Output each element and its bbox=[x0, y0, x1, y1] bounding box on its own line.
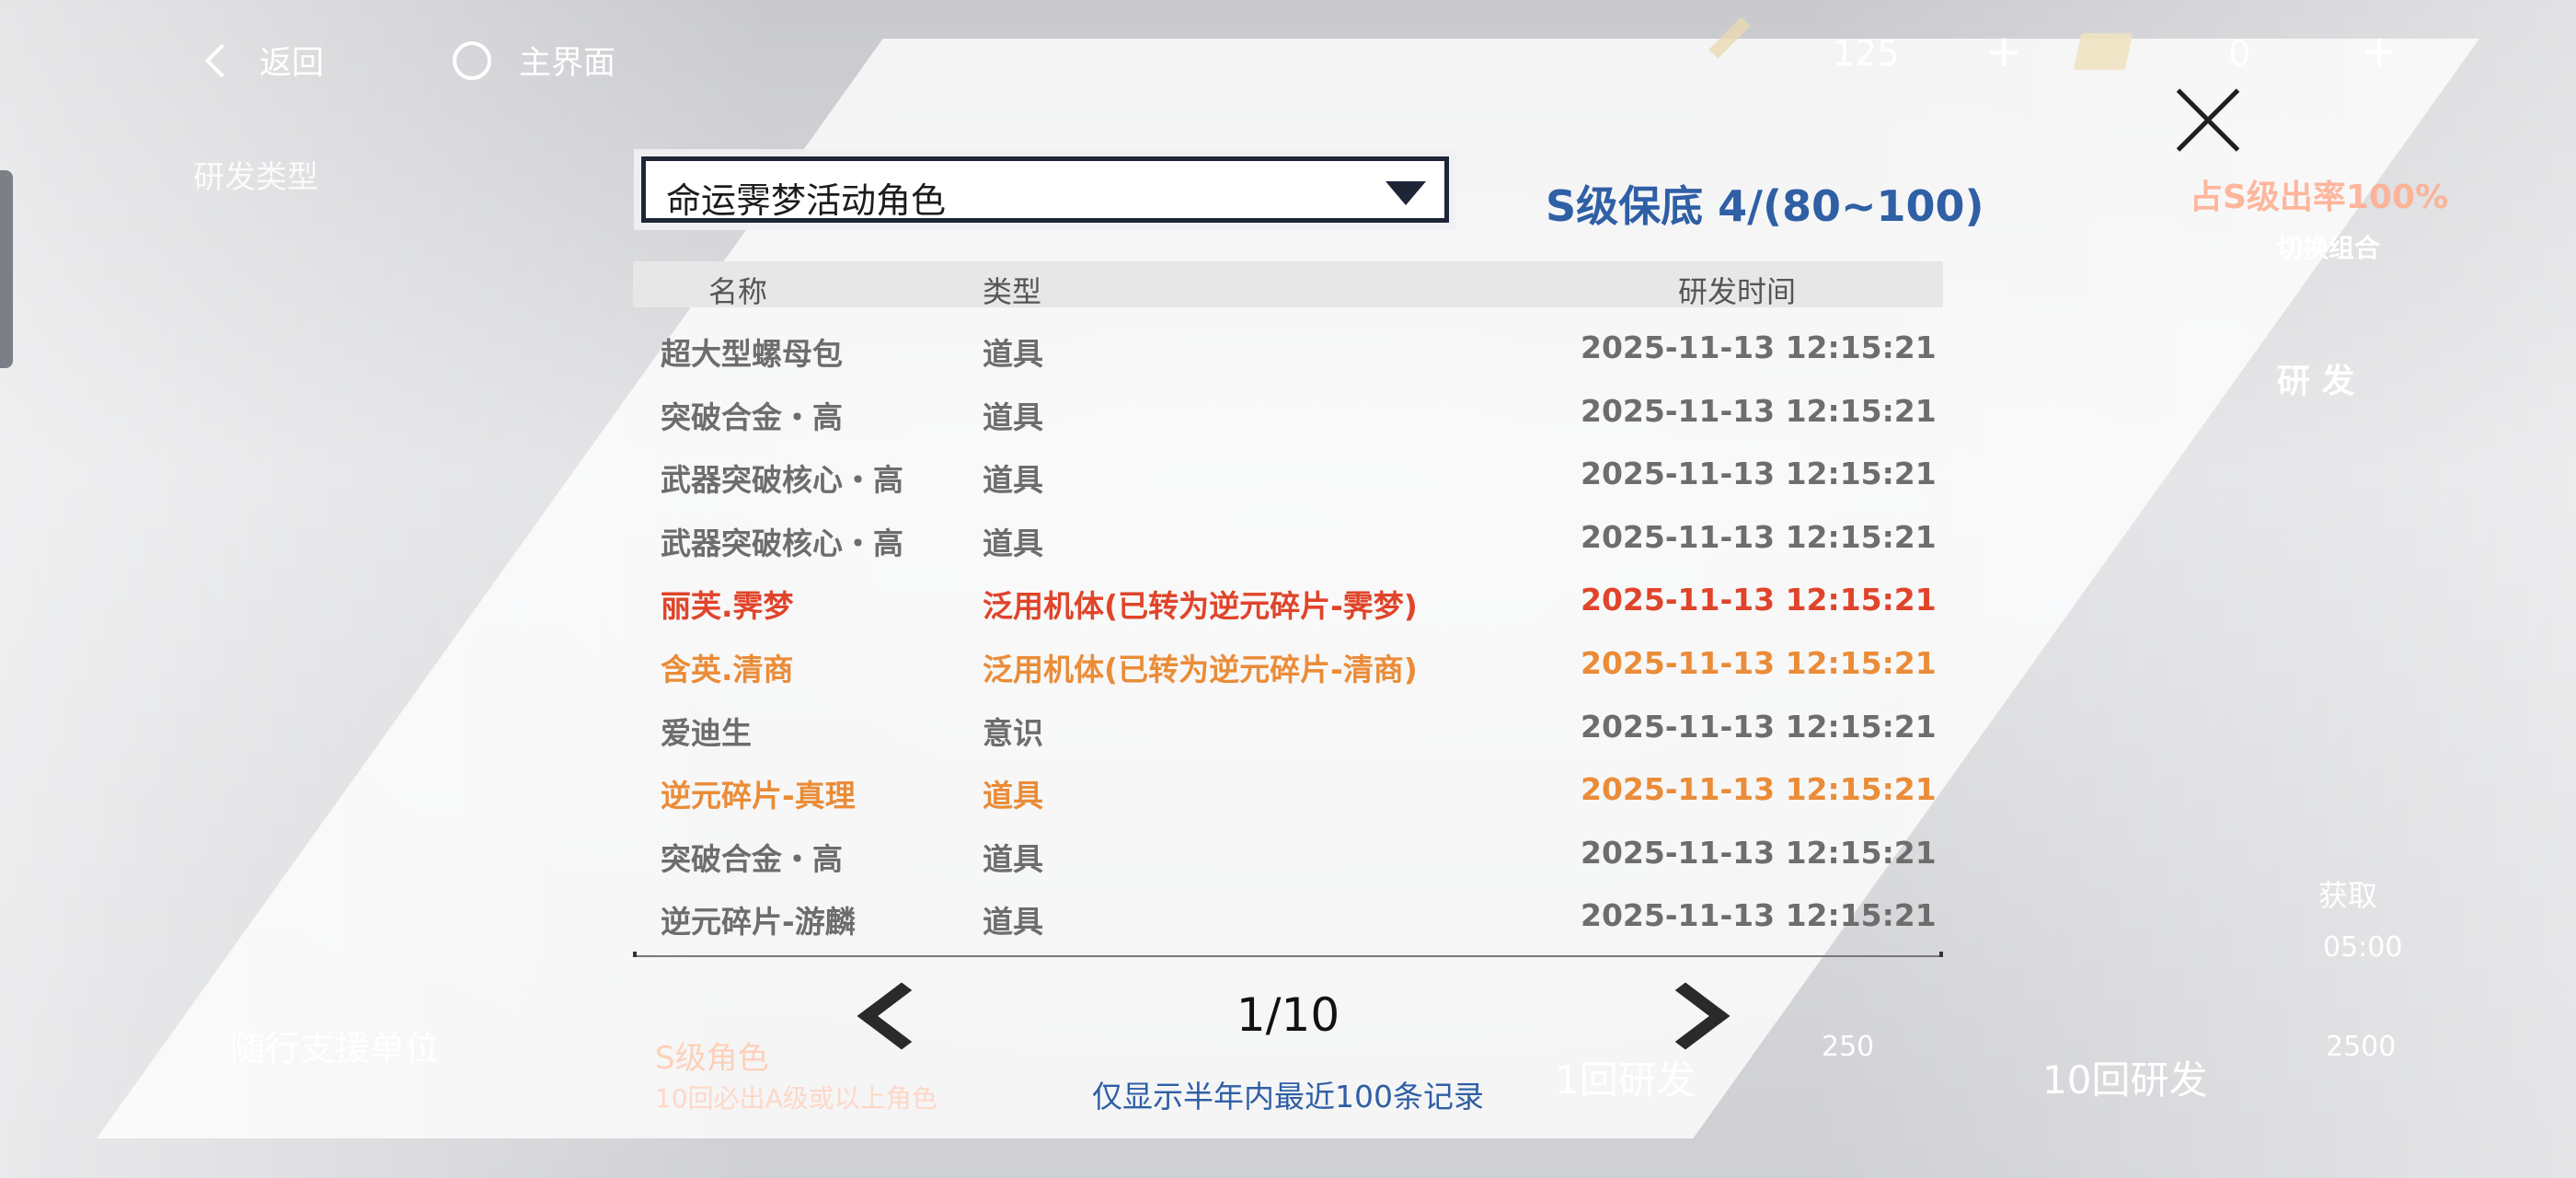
record-name: 丽芙.霁梦 bbox=[661, 588, 794, 625]
add-currency-2-button[interactable]: + bbox=[2361, 26, 2398, 77]
record-name: 突破合金・高 bbox=[661, 840, 843, 877]
table-row: 爱迪生 意识 2025-11-13 12:15:21 bbox=[633, 698, 1943, 760]
record-time: 2025-11-13 12:15:21 bbox=[1581, 771, 1937, 808]
currency-amount-2: 0 bbox=[2228, 33, 2251, 74]
record-type: 道具 bbox=[983, 778, 1043, 814]
table-row: 突破合金・高 道具 2025-11-13 12:15:21 bbox=[633, 824, 1943, 886]
bg-ten-roll-note: 10回必出A级或以上角色 bbox=[655, 1083, 937, 1114]
record-name: 爱迪生 bbox=[661, 714, 752, 751]
record-time: 2025-11-13 12:15:21 bbox=[1581, 582, 1937, 618]
record-type: 道具 bbox=[983, 462, 1043, 499]
home-label: 主界面 bbox=[519, 45, 616, 82]
bg-s-character: S级角色 bbox=[655, 1040, 769, 1077]
bg-timer: 05:00 bbox=[2323, 931, 2403, 964]
bg-support-unit: 随行支援单位 bbox=[230, 1028, 441, 1068]
record-name: 含英.清商 bbox=[661, 652, 794, 687]
record-time: 2025-11-13 12:15:21 bbox=[1581, 897, 1937, 934]
bg-switch-combo[interactable]: 切换组合 bbox=[2277, 228, 2380, 265]
record-name: 突破合金・高 bbox=[661, 398, 843, 435]
record-name: 逆元碎片-游麟 bbox=[661, 904, 856, 941]
side-tab[interactable] bbox=[0, 170, 13, 368]
table-row: 逆元碎片-游麟 道具 2025-11-13 12:15:21 bbox=[633, 886, 1943, 949]
bg-obtain-label: 获取 bbox=[2318, 878, 2378, 913]
record-type: 道具 bbox=[983, 904, 1043, 941]
table-row: 武器突破核心・高 道具 2025-11-13 12:15:21 bbox=[633, 445, 1943, 507]
add-currency-1-button[interactable]: + bbox=[1985, 26, 2022, 77]
back-button[interactable]: 返回 bbox=[204, 37, 324, 84]
bg-dev-type: 研发类型 bbox=[193, 159, 318, 196]
prev-page-button[interactable] bbox=[856, 972, 947, 1060]
record-type: 道具 bbox=[983, 398, 1043, 435]
records-note: 仅显示半年内最近100条记录 bbox=[1092, 1079, 1484, 1114]
record-name: 逆元碎片-真理 bbox=[661, 778, 856, 814]
record-name: 超大型螺母包 bbox=[661, 336, 843, 372]
col-time: 研发时间 bbox=[1678, 274, 1797, 309]
pen-icon bbox=[1708, 17, 1751, 59]
bg-cost-ten: 2500 bbox=[2326, 1031, 2397, 1063]
currency-amount-1: 125 bbox=[1833, 33, 1900, 74]
record-time: 2025-11-13 12:15:21 bbox=[1581, 834, 1937, 871]
page-indicator: 1/10 bbox=[1236, 988, 1340, 1042]
pool-select-dropdown[interactable]: 命运霁梦活动角色 bbox=[641, 156, 1449, 223]
record-time: 2025-11-13 12:15:21 bbox=[1581, 645, 1937, 681]
col-name: 名称 bbox=[708, 274, 768, 309]
table-header: 名称 类型 研发时间 bbox=[633, 261, 1943, 309]
s-pity-counter: S级保底 4/(80~100) bbox=[1546, 181, 1984, 231]
record-time: 2025-11-13 12:15:21 bbox=[1581, 392, 1937, 429]
next-page-button[interactable] bbox=[1640, 972, 1731, 1060]
record-name: 武器突破核心・高 bbox=[661, 462, 903, 499]
ticket-icon bbox=[2073, 33, 2133, 70]
home-button[interactable]: 主界面 bbox=[453, 37, 615, 84]
table-row: 逆元碎片-真理 道具 2025-11-13 12:15:21 bbox=[633, 760, 1943, 823]
record-time: 2025-11-13 12:15:21 bbox=[1581, 708, 1937, 745]
bg-ten-roll-button[interactable]: 10回研发 bbox=[2042, 1049, 2207, 1105]
table-row: 武器突破核心・高 道具 2025-11-13 12:15:21 bbox=[633, 508, 1943, 571]
bg-research-label: 研 发 bbox=[2277, 363, 2355, 400]
table-bottom-divider bbox=[633, 952, 1943, 957]
record-time: 2025-11-13 12:15:21 bbox=[1581, 518, 1937, 555]
home-ring-icon bbox=[453, 40, 491, 80]
record-type: 道具 bbox=[983, 840, 1043, 877]
table-row: 丽芙.霁梦 泛用机体(已转为逆元碎片-霁梦) 2025-11-13 12:15:21 bbox=[633, 571, 1943, 633]
col-type: 类型 bbox=[983, 274, 1042, 309]
record-time: 2025-11-13 12:15:21 bbox=[1581, 329, 1937, 365]
pool-select-value: 命运霁梦活动角色 bbox=[666, 180, 947, 221]
triangle-down-icon bbox=[1386, 181, 1426, 205]
record-name: 武器突破核心・高 bbox=[661, 525, 903, 561]
record-type: 泛用机体(已转为逆元碎片-清商) bbox=[983, 652, 1418, 687]
table-row: 含英.清商 泛用机体(已转为逆元碎片-清商) 2025-11-13 12:15:21 bbox=[633, 634, 1943, 697]
bg-cost-one: 250 bbox=[1822, 1031, 1875, 1063]
record-type: 道具 bbox=[983, 336, 1043, 372]
table-row: 突破合金・高 道具 2025-11-13 12:15:21 bbox=[633, 382, 1943, 445]
table-row: 超大型螺母包 道具 2025-11-13 12:15:21 bbox=[633, 318, 1943, 381]
bg-s-rate: 占S级出率100% bbox=[2190, 179, 2449, 216]
back-label: 返回 bbox=[259, 45, 325, 82]
close-button[interactable] bbox=[2171, 85, 2245, 158]
record-type: 意识 bbox=[983, 714, 1043, 751]
record-time: 2025-11-13 12:15:21 bbox=[1581, 456, 1937, 492]
record-type: 泛用机体(已转为逆元碎片-霁梦) bbox=[983, 588, 1418, 625]
record-type: 道具 bbox=[983, 525, 1043, 561]
chevron-left-icon bbox=[204, 43, 239, 77]
